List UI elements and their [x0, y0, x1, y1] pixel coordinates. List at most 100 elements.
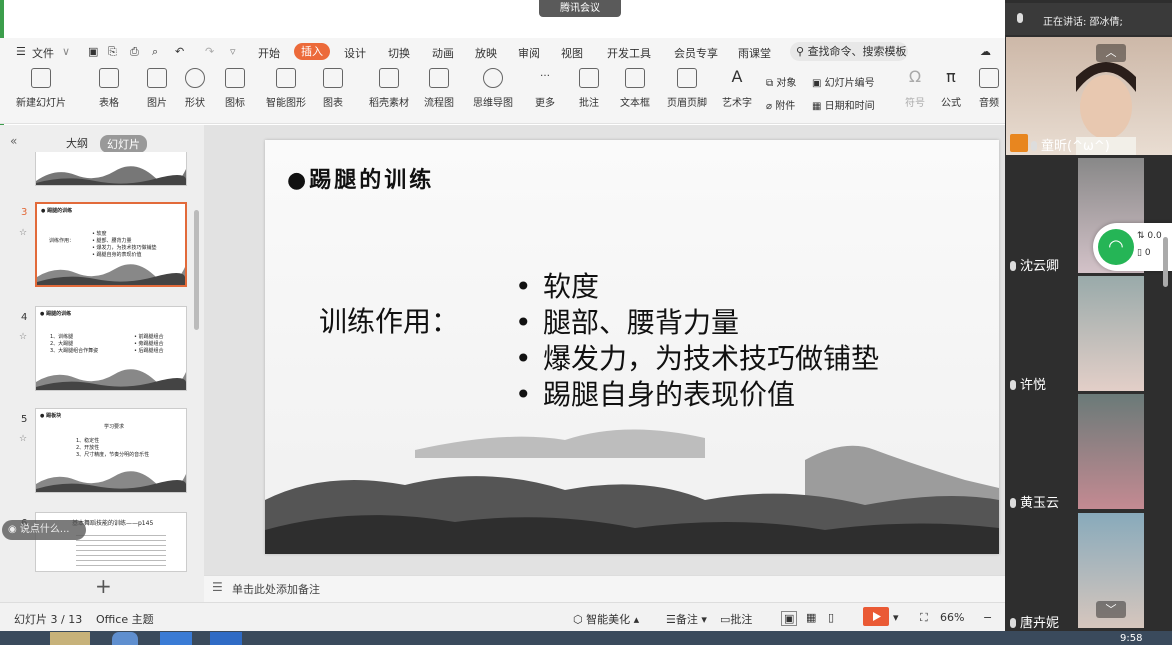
taskbar-app-icon[interactable] — [50, 632, 90, 645]
tab-developer[interactable]: 开发工具 — [607, 45, 651, 61]
fit-window-icon[interactable]: ⛶ — [920, 611, 928, 625]
slide-thumbnail[interactable] — [35, 152, 187, 186]
thumb-bullet: • 软度 — [92, 231, 107, 237]
slide-title[interactable]: ●踢腿的训练 — [287, 162, 434, 194]
tab-rain-classroom[interactable]: 雨课堂 — [738, 45, 771, 61]
video-panel-scrollbar[interactable] — [1163, 237, 1168, 287]
mic-icon — [1017, 12, 1027, 25]
mindmap-button[interactable]: 思维导图 — [470, 68, 516, 109]
slide-thumbnail-selected[interactable]: ● 踢腿的训练 训练作用： • 软度 • 腿部、腰背力量 • 爆发力，为技术技巧… — [35, 202, 187, 287]
play-slideshow-button[interactable] — [863, 607, 889, 626]
slide-bullet[interactable]: • 腿部、腰背力量 — [515, 301, 739, 341]
slide[interactable]: ●踢腿的训练 训练作用： • 软度 • 腿部、腰背力量 • 爆发力，为技术技巧做铺垫 … — [265, 140, 999, 554]
new-slide-button[interactable]: 新建幻灯片 — [12, 68, 70, 109]
collapse-video-icon[interactable]: ︿ — [1096, 44, 1126, 62]
chart-button[interactable]: 图表 — [310, 68, 356, 109]
art-text-button[interactable]: A 艺术字 — [714, 68, 760, 110]
tab-review[interactable]: 审阅 — [518, 45, 540, 61]
notes-icon: ☰ — [212, 580, 223, 594]
redo-icon[interactable]: ↷ — [205, 45, 214, 58]
expand-video-icon[interactable]: ﹀ — [1096, 601, 1126, 618]
slide-label[interactable]: 训练作用： — [319, 300, 459, 340]
participant-name: 许悦 — [1010, 374, 1046, 393]
add-slide-button[interactable]: + — [95, 574, 112, 598]
header-footer-button[interactable]: 页眉页脚 — [664, 68, 710, 109]
export-icon[interactable]: ⎘ — [108, 45, 117, 59]
date-time-button[interactable]: ▦ 日期和时间 — [812, 97, 875, 112]
bullet-dot-icon: • — [515, 270, 532, 303]
chat-input-bubble[interactable]: ◉ 说点什么... — [2, 520, 86, 540]
quick-access-dropdown-icon[interactable]: ▿ — [230, 45, 236, 58]
speaking-now-label: 正在讲话: 邵冰倩; — [1043, 17, 1123, 28]
smart-graphic-button[interactable]: 智能图形 — [258, 68, 314, 109]
theme-name[interactable]: Office 主题 — [96, 611, 154, 627]
taskbar-app-icon[interactable] — [160, 632, 192, 645]
save-icon[interactable]: ▣ — [88, 45, 98, 58]
preview-icon[interactable]: ⌕ — [152, 45, 158, 59]
thumb-line: • 前踢腿组合 — [134, 334, 164, 340]
tab-animation[interactable]: 动画 — [432, 45, 454, 61]
icon-button[interactable]: 图标 — [212, 68, 258, 109]
reading-view-icon[interactable]: ▯ — [828, 611, 834, 624]
normal-view-icon[interactable]: ▣ — [781, 611, 798, 626]
more-button[interactable]: … 更多 — [522, 68, 568, 109]
thumbs-scrollbar[interactable] — [194, 210, 199, 330]
play-options-icon[interactable]: ▾ — [893, 611, 899, 624]
participant-video[interactable] — [1078, 276, 1144, 391]
notes-toggle-button[interactable]: ☰备注 ▾ — [666, 611, 707, 627]
object-button[interactable]: ⧉ 对象 — [766, 74, 796, 89]
tab-view[interactable]: 视图 — [561, 45, 583, 61]
slide-bullet[interactable]: • 爆发力，为技术技巧做铺垫 — [515, 337, 879, 377]
thumb-bullet: • 爆发力，为技术技巧做铺垫 — [92, 245, 157, 251]
browser-icon[interactable] — [112, 632, 138, 645]
attachment-icon: ⌀ — [766, 101, 773, 112]
tab-insert[interactable]: 插入 — [294, 43, 330, 60]
slide-number: 4 — [21, 312, 28, 323]
menu-file[interactable]: 文件 — [32, 45, 54, 61]
notes-pane[interactable] — [204, 575, 1006, 602]
smart-beautify-button[interactable]: ⬡ 智能美化 ▴ — [573, 611, 639, 627]
attachment-button[interactable]: ⌀ 附件 — [766, 97, 795, 112]
thumb-title: ● 踢腿的训练 — [40, 311, 72, 317]
tab-slideshow[interactable]: 放映 — [475, 45, 497, 61]
host-badge-icon — [1010, 134, 1028, 152]
table-icon — [99, 68, 119, 88]
meeting-indicator[interactable]: 腾讯会议 — [539, 0, 621, 17]
chevron-down-icon[interactable]: ∨ — [62, 45, 70, 58]
clock: 9:58 — [1120, 633, 1143, 644]
participant-video[interactable] — [1078, 394, 1144, 509]
shell-material-button[interactable]: 稻壳素材 — [364, 68, 414, 109]
slide-thumbnail[interactable]: ● 踢腿的训练 1、训练腿 2、大踢腿 3、大踢腿组合作舞姿 • 前踢腿组合 •… — [35, 306, 187, 391]
slide-bullet[interactable]: • 软度 — [515, 265, 599, 305]
textbox-button[interactable]: 文本框 — [612, 68, 658, 109]
slide-thumbnail[interactable]: ● 踢板块 学习要求 1、稳定性 2、开放性 3、尺寸精度，节奏分明的音乐性 — [35, 408, 187, 493]
flowchart-button[interactable]: 流程图 — [416, 68, 462, 109]
network-widget[interactable]: ◠ ⇅ 0.0 ▯ 0 — [1093, 223, 1172, 271]
comment-toggle-button[interactable]: ▭批注 — [720, 611, 752, 627]
notes-placeholder[interactable]: 单击此处添加备注 — [232, 581, 320, 597]
tab-slides[interactable]: 幻灯片 — [100, 135, 147, 153]
zoom-level[interactable]: 66% — [940, 611, 964, 624]
tab-transition[interactable]: 切换 — [388, 45, 410, 61]
collapse-pane-icon[interactable]: « — [10, 134, 17, 148]
print-icon[interactable]: ⎙ — [130, 45, 139, 59]
formula-button[interactable]: π 公式 — [928, 68, 974, 110]
comment-button[interactable]: 批注 — [566, 68, 612, 109]
hamburger-icon[interactable]: ☰ — [16, 45, 26, 58]
thumb-line: 1、训练腿 — [50, 334, 74, 340]
audio-button[interactable]: 音频 — [972, 68, 1006, 109]
table-button[interactable]: 表格 — [86, 68, 132, 109]
tab-design[interactable]: 设计 — [344, 45, 366, 61]
sorter-view-icon[interactable]: ▦ — [806, 611, 816, 624]
tab-member[interactable]: 会员专享 — [674, 45, 718, 61]
slide-bullet[interactable]: • 踢腿自身的表现价值 — [515, 373, 795, 413]
undo-icon[interactable]: ↶ — [175, 45, 184, 58]
tab-outline[interactable]: 大纲 — [66, 135, 88, 151]
command-search[interactable]: ⚲ 查找命令、搜索模板 — [790, 42, 908, 61]
mic-icon — [1010, 261, 1016, 271]
slide-number-button[interactable]: ▣ 幻灯片编号 — [812, 74, 875, 89]
tab-start[interactable]: 开始 — [258, 45, 280, 61]
taskbar-app-icon[interactable] — [210, 632, 242, 645]
cloud-sync-icon[interactable]: ☁ — [980, 45, 991, 58]
zoom-out-button[interactable]: − — [983, 611, 992, 624]
